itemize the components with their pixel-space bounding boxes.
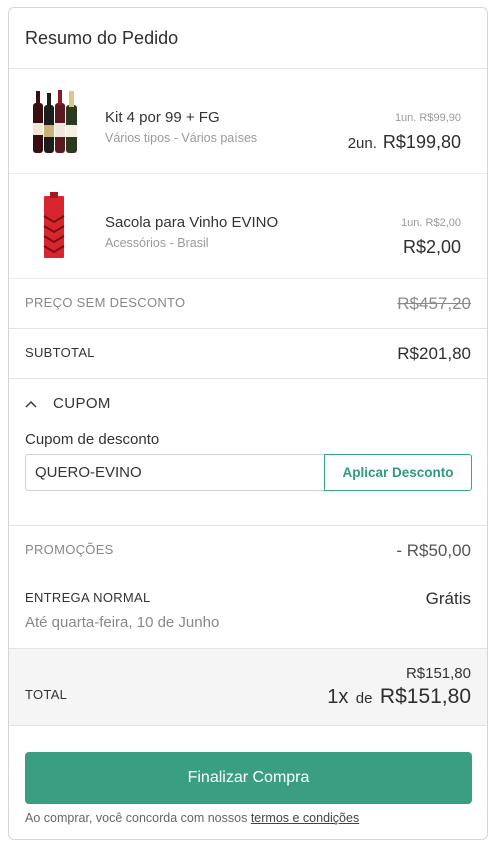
apply-discount-button[interactable]: Aplicar Desconto [324, 454, 472, 491]
checkout-button[interactable]: Finalizar Compra [25, 752, 472, 804]
item-total: R$2,00 [402, 237, 461, 257]
delivery-value: Grátis [425, 589, 471, 608]
item-subtitle: Vários tipos - Vários países [105, 131, 258, 145]
delivery-label: ENTREGA NORMAL [25, 590, 151, 605]
promotions-value: - R$50,00 [396, 541, 471, 560]
list-item: Sacola para Vinho EVINO Acessórios - Bra… [9, 174, 487, 279]
promotions-delivery-section: PROMOÇÕES - R$50,00 ENTREGA NORMAL Gráti… [9, 526, 487, 649]
item-unit-price: 1un. R$2,00 [401, 217, 461, 229]
installment-count: 1x [327, 686, 349, 708]
item-total: R$199,80 [382, 132, 461, 152]
coupon-input-group: Aplicar Desconto [25, 454, 472, 491]
item-name: Sacola para Vinho EVINO [105, 214, 279, 231]
chevron-up-icon [25, 400, 37, 407]
subtotal-row: SUBTOTAL R$201,80 [9, 329, 487, 379]
order-summary-header: Resumo do Pedido [9, 8, 487, 69]
coupon-field-label: Cupom de desconto [25, 431, 160, 448]
installment-de: de [355, 690, 373, 707]
total-installments: 1x de R$151,80 [327, 685, 471, 709]
subtotal-label: SUBTOTAL [25, 345, 95, 360]
list-item: Kit 4 por 99 + FG Vários tipos - Vários … [9, 69, 487, 174]
wine-bottles-image [33, 90, 77, 153]
total-label: TOTAL [25, 687, 68, 702]
item-total-price: R$2,00 [403, 237, 461, 258]
terms-link[interactable]: termos e condições [251, 811, 359, 825]
installment-value: R$151,80 [379, 685, 471, 708]
item-subtitle: Acessórios - Brasil [105, 236, 209, 250]
order-summary-card: Resumo do Pedido Kit 4 por 99 + FG Vário… [8, 7, 488, 840]
total-full-value: R$151,80 [405, 665, 471, 682]
item-unit-price: 1un. R$99,90 [394, 112, 461, 124]
item-total-price: 2un. R$199,80 [348, 132, 461, 153]
coupon-toggle[interactable]: CUPOM [25, 395, 111, 412]
delivery-estimate: Até quarta-feira, 10 de Junho [25, 614, 220, 631]
subtotal-value: R$201,80 [397, 344, 471, 363]
wine-bag-image [43, 192, 65, 258]
coupon-input[interactable] [25, 454, 324, 491]
terms-footer: Ao comprar, você concorda com nossos ter… [25, 811, 359, 825]
price-no-discount-label: PREÇO SEM DESCONTO [25, 295, 186, 310]
item-name: Kit 4 por 99 + FG [105, 109, 220, 126]
page-title: Resumo do Pedido [25, 27, 179, 48]
promotions-label: PROMOÇÕES [25, 542, 114, 557]
price-no-discount-row: PREÇO SEM DESCONTO R$457,20 [9, 279, 487, 329]
coupon-toggle-label: CUPOM [53, 395, 111, 412]
coupon-section: CUPOM Cupom de desconto Aplicar Desconto [9, 379, 487, 526]
terms-text: Ao comprar, você concorda com nossos [25, 811, 248, 825]
item-quantity: 2un. [347, 135, 377, 152]
price-no-discount-value: R$457,20 [397, 294, 471, 313]
total-row: TOTAL R$151,80 1x de R$151,80 [9, 649, 487, 726]
